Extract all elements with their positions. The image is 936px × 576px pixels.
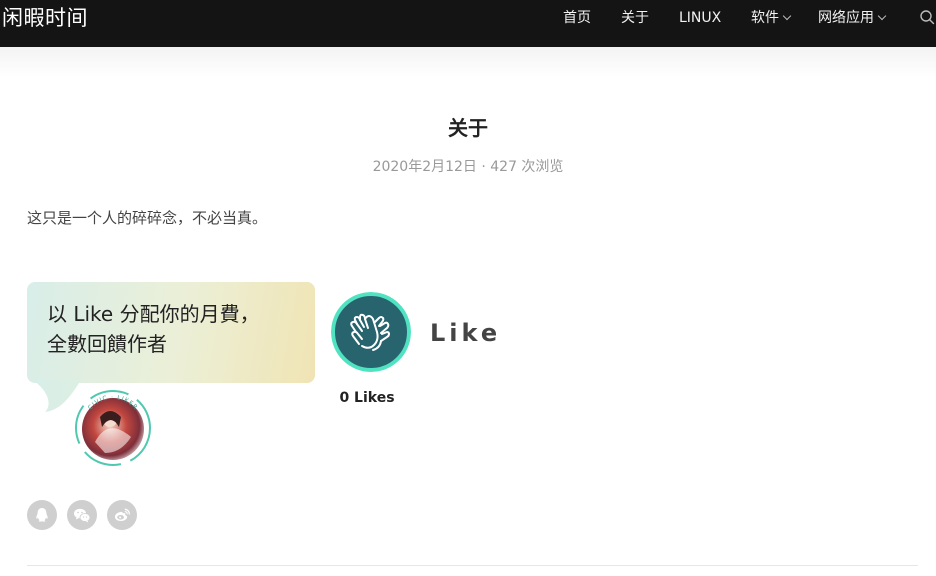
nav-item-about[interactable]: 关于 <box>621 10 649 26</box>
likecoin-logo: Like <box>430 319 502 347</box>
share-wechat-button[interactable] <box>67 500 97 530</box>
site-title[interactable]: 闲暇时间 <box>2 4 88 32</box>
qq-icon <box>36 508 48 522</box>
post-meta: 2020年2月12日 · 427 次浏览 <box>372 159 564 175</box>
post-content: 这只是一个人的碎碎念，不必当真。 <box>27 209 268 227</box>
like-prompt-line-2: 全數回饋作者 <box>47 332 167 356</box>
weibo-icon <box>114 508 130 521</box>
top-navbar: 闲暇时间 首页 关于 LINUX 软件 网络应用 <box>0 0 936 47</box>
chevron-down-icon <box>782 11 792 21</box>
nav-item-web-apps[interactable]: 网络应用 <box>818 10 887 26</box>
header-shadow <box>0 47 936 77</box>
chevron-down-icon <box>877 11 887 21</box>
nav-item-web-apps-label: 网络应用 <box>818 10 874 26</box>
likes-count: 0 Likes <box>339 390 395 406</box>
like-prompt-line-1: 以 Like 分配你的月費， <box>47 302 260 326</box>
share-weibo-button[interactable] <box>107 500 137 530</box>
share-qq-button[interactable] <box>27 500 57 530</box>
nav-item-software-label: 软件 <box>751 10 779 26</box>
nav-item-linux[interactable]: LINUX <box>679 10 721 26</box>
like-clap-button[interactable] <box>331 292 411 372</box>
wechat-icon <box>74 508 91 523</box>
civic-liker-avatar[interactable]: CIVIC · LIKER <box>73 387 153 467</box>
like-prompt-text: 以 Like 分配你的月費， 全數回饋作者 <box>47 299 260 359</box>
content-divider <box>27 565 918 566</box>
nav-item-software[interactable]: 软件 <box>751 10 792 26</box>
search-icon[interactable] <box>919 9 935 25</box>
post-title: 关于 <box>448 116 488 140</box>
nav-item-home[interactable]: 首页 <box>563 10 591 26</box>
